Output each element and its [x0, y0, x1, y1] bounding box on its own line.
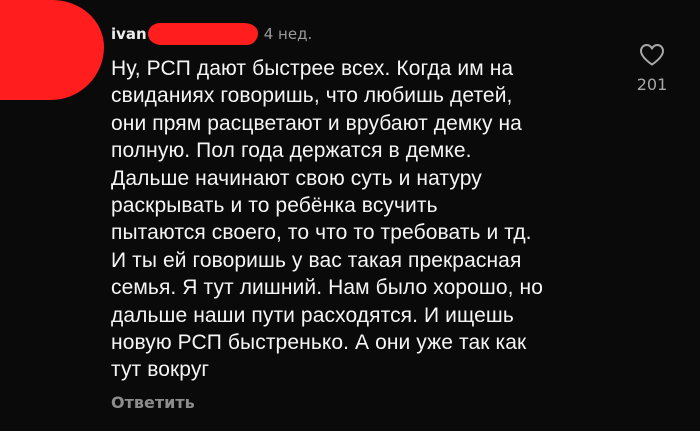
comment: ivan 4 нед. Ну, РСП дают быстрее всех. К… [0, 0, 700, 431]
username-redaction [147, 23, 258, 45]
comment-text: Ну, РСП дают быстрее всех. Когда им на с… [111, 57, 543, 382]
like-button[interactable]: 201 [630, 43, 674, 94]
heart-outline-icon [640, 44, 664, 66]
reply-button[interactable]: Ответить [111, 393, 195, 412]
comment-header: ivan 4 нед. [111, 22, 312, 46]
username[interactable]: ivan [111, 25, 147, 43]
timestamp: 4 нед. [263, 25, 313, 43]
like-count: 201 [636, 75, 668, 94]
avatar-redacted[interactable] [0, 0, 104, 100]
